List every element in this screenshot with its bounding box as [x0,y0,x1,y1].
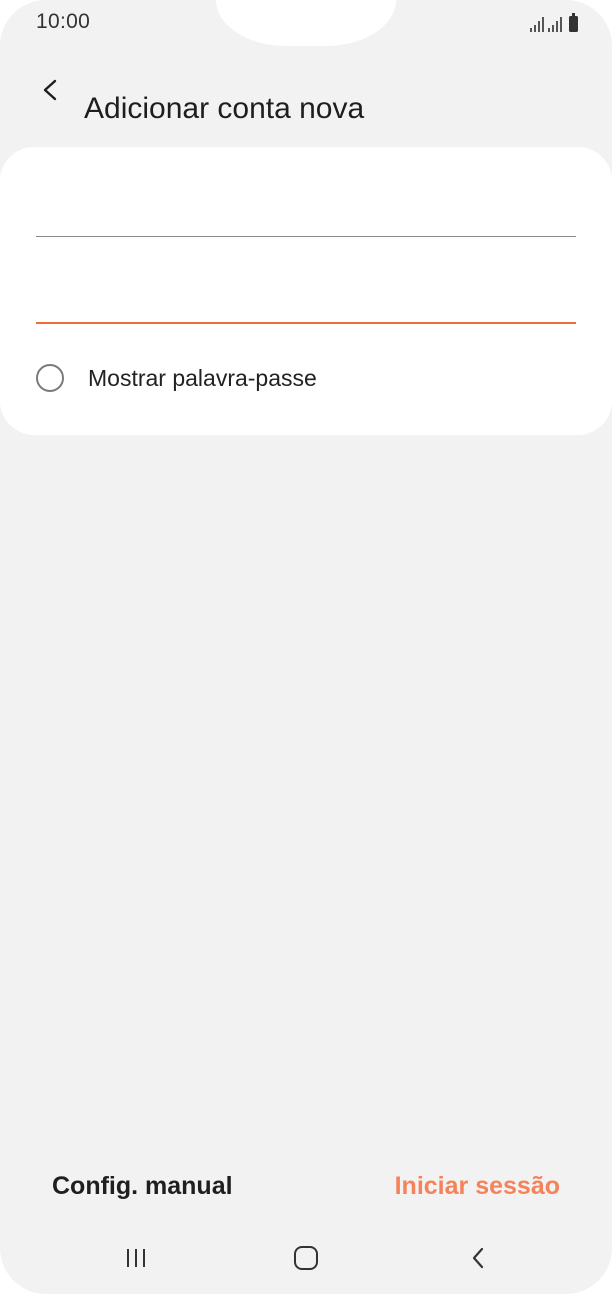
signal-icon [530,16,544,32]
password-field[interactable] [36,272,576,324]
email-field[interactable] [36,186,576,237]
battery-icon [569,13,578,32]
phone-screen: 10:00 Adicionar conta nova Mostrar palav… [0,0,612,1294]
manual-setup-button[interactable]: Config. manual [52,1172,233,1201]
signal-icon-2 [548,16,562,32]
show-password-radio[interactable] [36,364,64,392]
home-icon [294,1246,318,1270]
recent-apps-button[interactable] [106,1238,166,1278]
recent-apps-icon [127,1249,145,1267]
status-bar: 10:00 [0,0,612,50]
show-password-label: Mostrar palavra-passe [88,364,317,391]
status-time: 10:00 [36,10,91,33]
back-icon [472,1247,484,1269]
navigation-bar [0,1230,612,1286]
chevron-left-icon [43,79,57,101]
back-button[interactable] [30,70,70,110]
sign-in-button[interactable]: Iniciar sessão [395,1172,560,1201]
bottom-actions: Config. manual Iniciar sessão [0,1166,612,1210]
show-password-toggle[interactable]: Mostrar palavra-passe [36,364,317,392]
status-icons [530,12,578,32]
home-button[interactable] [276,1238,336,1278]
app-header: Adicionar conta nova [0,60,612,125]
page-title: Adicionar conta nova [84,92,365,126]
nav-back-button[interactable] [448,1238,508,1278]
